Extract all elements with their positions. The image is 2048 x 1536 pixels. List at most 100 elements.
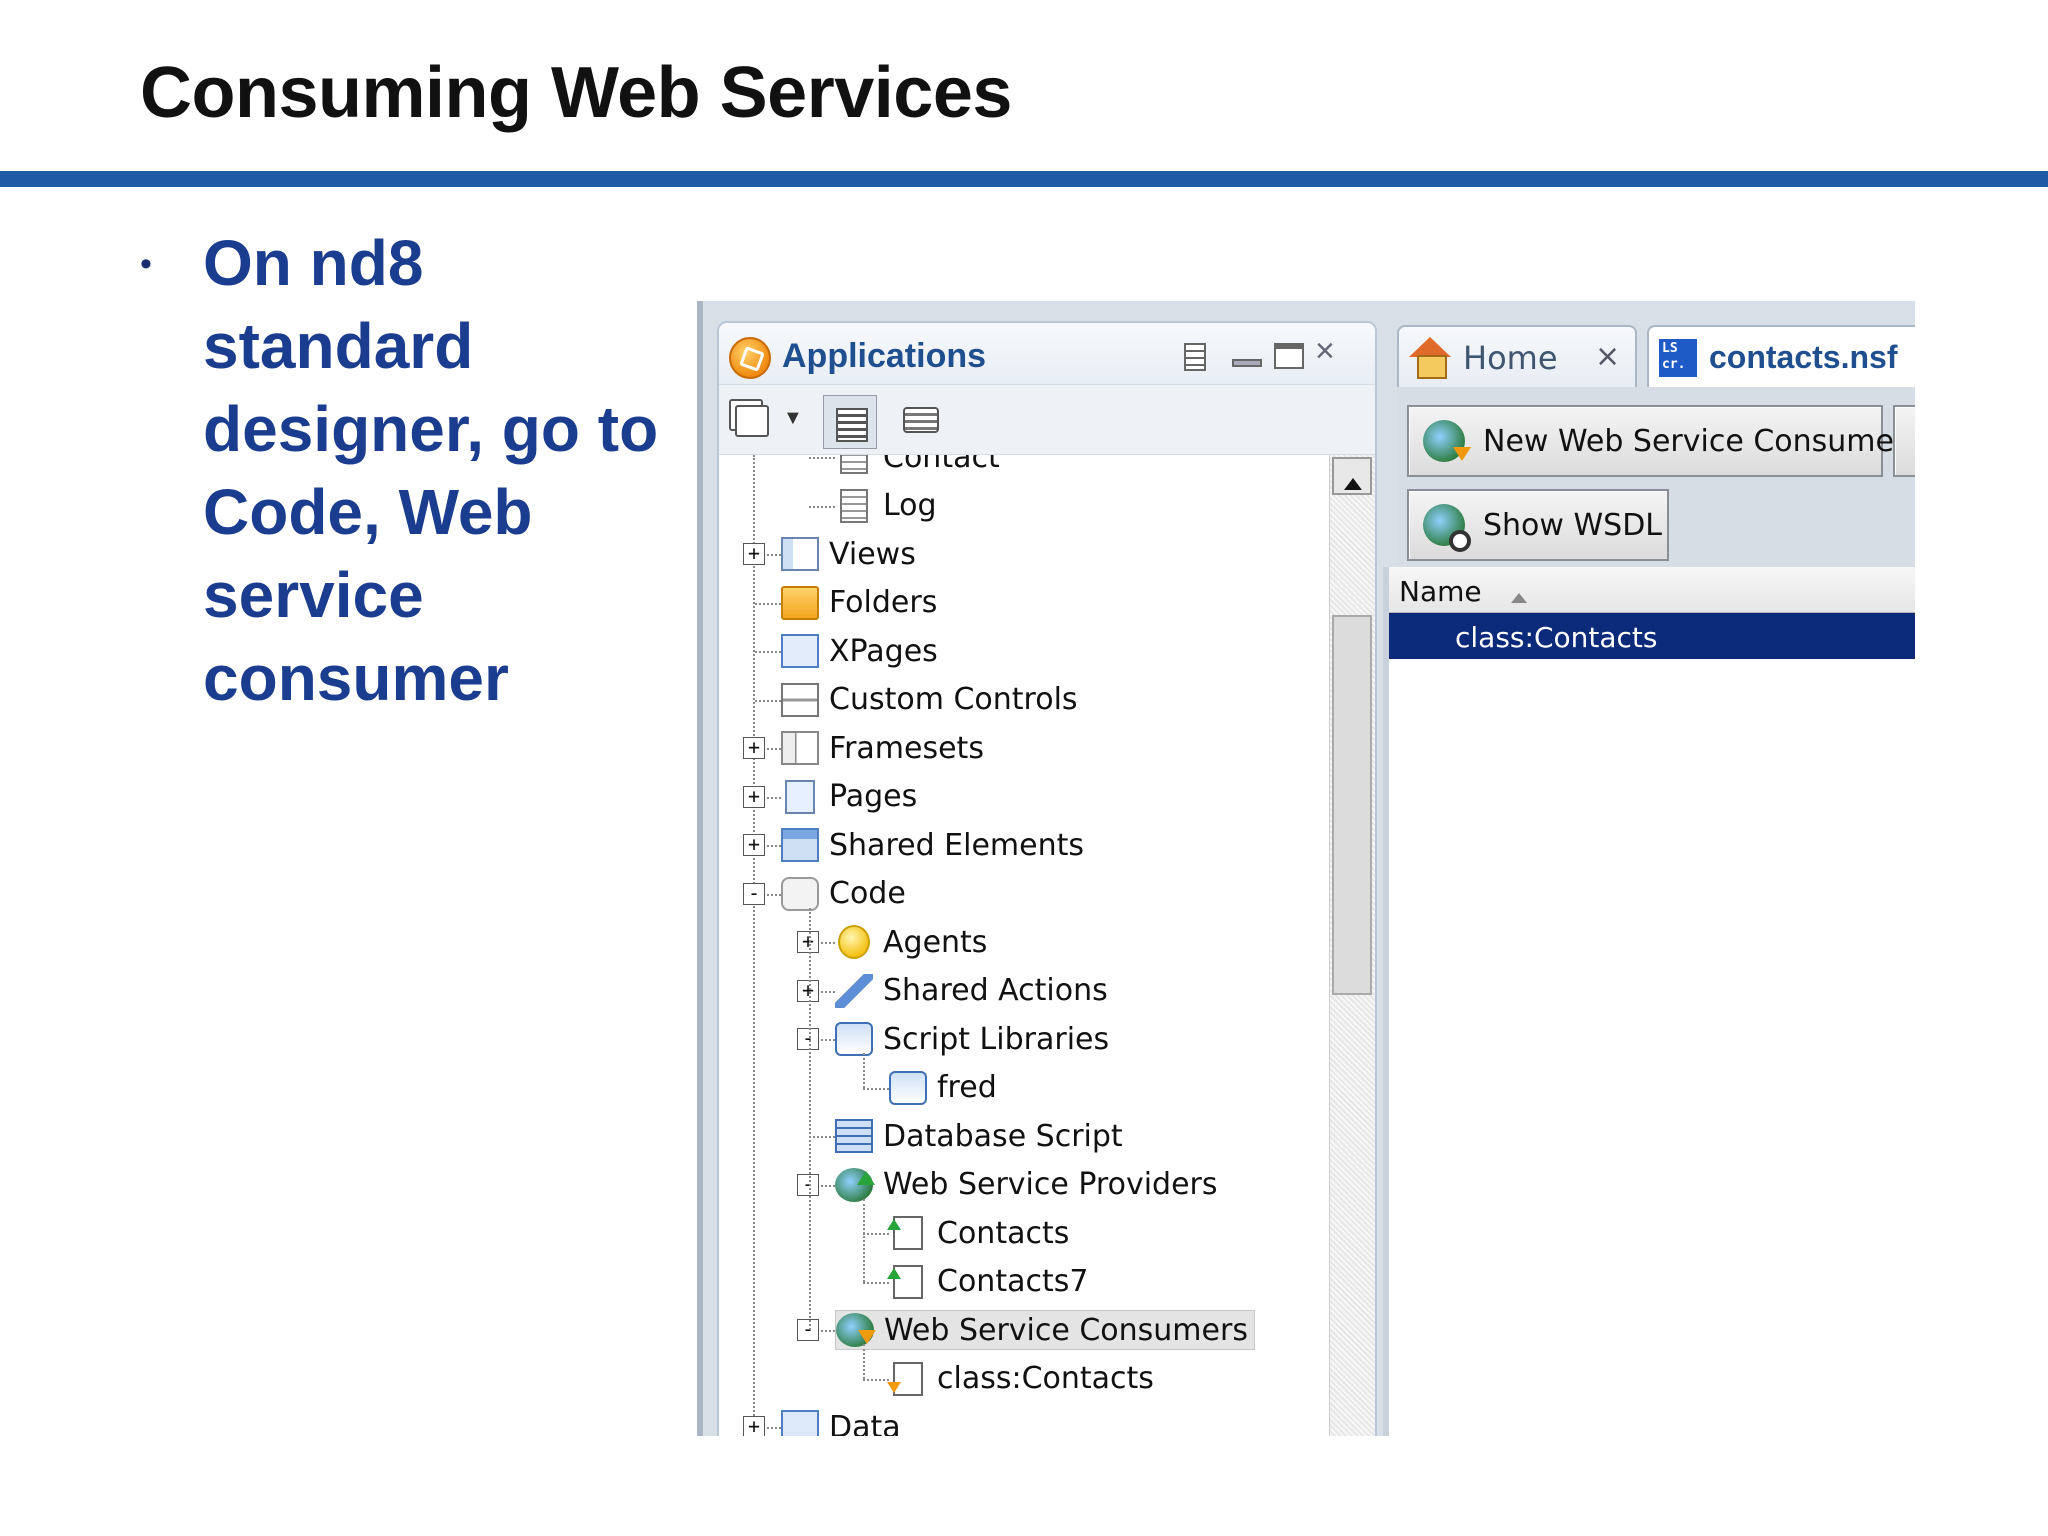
agent-icon xyxy=(838,925,870,959)
web-service-provider-icon xyxy=(835,1167,875,1202)
script-library-icon xyxy=(835,1022,873,1056)
tree-item-label: class:Contacts xyxy=(937,1361,1154,1396)
globe-download-icon xyxy=(1423,420,1471,462)
tree-item[interactable]: Contacts7 xyxy=(887,1262,1089,1302)
tree-item[interactable]: Code xyxy=(781,874,906,914)
tree-item[interactable]: Web Service Consumers xyxy=(835,1310,1255,1350)
view-icon xyxy=(781,537,819,571)
title-rule xyxy=(0,171,2048,187)
tree-item[interactable]: Folders xyxy=(781,583,937,623)
expand-icon[interactable]: + xyxy=(743,543,765,565)
code-icon xyxy=(781,876,819,911)
expand-icon[interactable]: + xyxy=(743,737,765,759)
provider-item-icon xyxy=(887,1264,923,1299)
slide-title: Consuming Web Services xyxy=(140,53,1012,133)
provider-item-icon xyxy=(887,1216,923,1250)
maximize-icon[interactable] xyxy=(1274,343,1304,369)
applications-panel: Applications × ▼ Contact Log + Views Folders… xyxy=(717,321,1377,1436)
design-list: Name class:Contacts xyxy=(1383,567,1915,1436)
tree-guide-line xyxy=(863,1198,865,1282)
button-label: Show WSDL xyxy=(1483,507,1663,543)
collapse-icon[interactable]: - xyxy=(797,1319,819,1341)
consumer-item-icon xyxy=(887,1361,923,1396)
tree-item-label: Code xyxy=(829,876,906,911)
panel-menu-icon[interactable] xyxy=(1184,343,1206,371)
scroll-thumb[interactable] xyxy=(1332,615,1372,995)
sort-ascending-icon xyxy=(1511,585,1527,603)
action-bar: New Web Service Consumer Show WSDL xyxy=(1397,387,1915,567)
folder-icon xyxy=(781,585,819,620)
tree-connector xyxy=(863,1281,889,1284)
tree-item-label: Contact xyxy=(883,455,1000,475)
tab-contacts-nsf[interactable]: LS cr. contacts.nsf xyxy=(1647,325,1915,387)
collapse-icon[interactable]: - xyxy=(743,882,765,905)
tab-close-icon[interactable]: × xyxy=(1595,339,1620,374)
tree-item[interactable]: Contact xyxy=(835,455,1000,477)
tree-item-label: Folders xyxy=(829,585,938,620)
left-edge xyxy=(697,301,703,1436)
tree-connector xyxy=(755,651,781,653)
tree-item[interactable]: Custom Controls xyxy=(781,680,1078,720)
tree-item[interactable]: class:Contacts xyxy=(887,1359,1154,1399)
tree-item-label: Web Service Consumers xyxy=(884,1312,1248,1348)
tree-connector xyxy=(863,1087,889,1090)
tree-connector xyxy=(863,1233,889,1235)
applications-logo-icon xyxy=(729,337,771,379)
tree-view-icon[interactable] xyxy=(823,395,877,449)
show-wsdl-button[interactable]: Show WSDL xyxy=(1407,489,1669,561)
tree-connector xyxy=(809,505,835,508)
tree-item-label: Contacts7 xyxy=(937,1264,1089,1299)
tree-connector xyxy=(863,1378,889,1381)
more-actions-button[interactable] xyxy=(1893,405,1915,477)
scroll-up-icon[interactable] xyxy=(1332,457,1372,495)
tree-item[interactable]: Pages xyxy=(781,777,917,817)
tab-home[interactable]: Home × xyxy=(1397,325,1637,387)
tree-item[interactable]: Database Script xyxy=(835,1116,1123,1156)
expand-icon[interactable]: + xyxy=(797,979,819,1002)
tree-scrollbar[interactable] xyxy=(1329,455,1375,1436)
applications-header: Applications × xyxy=(719,323,1375,385)
tree-item-label: Custom Controls xyxy=(829,682,1078,717)
column-header-name[interactable]: Name xyxy=(1389,567,1915,613)
list-view-icon[interactable] xyxy=(903,407,939,433)
tree-item[interactable]: Shared Actions xyxy=(835,971,1108,1011)
column-header-label: Name xyxy=(1399,575,1482,608)
expand-icon[interactable]: + xyxy=(743,834,765,856)
minimize-icon[interactable] xyxy=(1232,359,1262,367)
tree-item[interactable]: Views xyxy=(781,534,916,574)
expand-icon[interactable]: + xyxy=(743,785,765,808)
document-icon xyxy=(840,488,868,523)
collapse-icon[interactable]: - xyxy=(797,1028,819,1050)
new-web-service-consumer-button[interactable]: New Web Service Consumer xyxy=(1407,405,1906,477)
page-icon xyxy=(785,779,815,814)
tree-connector xyxy=(755,699,781,702)
database-script-icon xyxy=(835,1119,873,1153)
tree-item[interactable]: Shared Elements xyxy=(781,825,1084,865)
shared-action-icon xyxy=(835,973,873,1008)
tree-item[interactable]: Data xyxy=(781,1407,901,1436)
chevron-down-icon[interactable]: ▼ xyxy=(783,407,803,430)
tree-item[interactable]: Script Libraries xyxy=(835,1019,1109,1059)
house-icon xyxy=(1409,337,1451,379)
button-label: New Web Service Consumer xyxy=(1483,423,1907,459)
tree-item-label: Agents xyxy=(883,924,988,960)
bullet-dot: • xyxy=(140,245,152,283)
list-row[interactable]: class:Contacts xyxy=(1389,613,1915,659)
editor-tabs: Home × LS cr. contacts.nsf xyxy=(1397,325,1915,387)
tree-item[interactable]: Contacts xyxy=(887,1213,1069,1253)
collapse-icon[interactable]: - xyxy=(797,1173,819,1196)
tree-item-label: fred xyxy=(937,1070,997,1105)
tree-item[interactable]: fred xyxy=(889,1068,997,1108)
tree-item[interactable]: XPages xyxy=(781,631,938,671)
tree-item[interactable]: Web Service Providers xyxy=(835,1165,1218,1205)
tree-item[interactable]: Agents xyxy=(835,922,987,962)
copy-icon[interactable] xyxy=(735,405,769,437)
document-icon xyxy=(840,455,868,474)
expand-icon[interactable]: + xyxy=(743,1416,765,1436)
expand-icon[interactable]: + xyxy=(797,931,819,953)
close-icon[interactable]: × xyxy=(1315,334,1335,368)
tree-guide-line xyxy=(809,907,811,1330)
tree-item[interactable]: Framesets xyxy=(781,728,984,768)
tree-item[interactable]: Log xyxy=(835,486,937,526)
design-tree: Contact Log + Views Folders XPages Custom Cont… xyxy=(719,455,1329,1436)
